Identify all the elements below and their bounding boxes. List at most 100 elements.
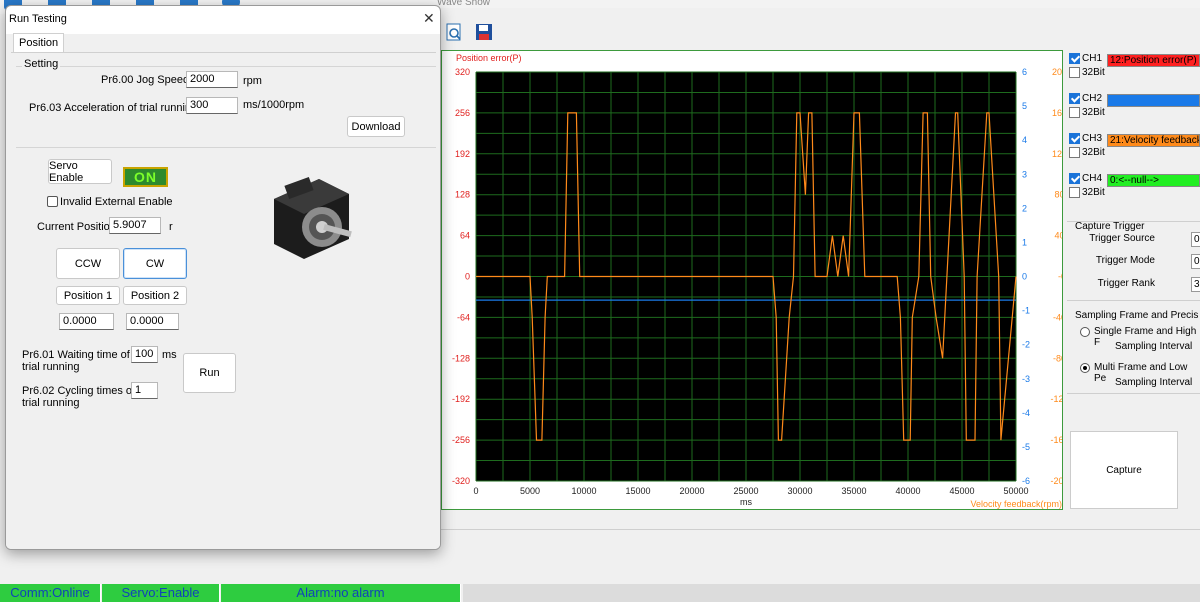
invalid-external-enable-label: Invalid External Enable bbox=[60, 196, 173, 208]
x-tick-label: 40000 bbox=[895, 486, 920, 496]
current-position-value: 5.9007 bbox=[109, 217, 161, 234]
channel-4-label: CH4 bbox=[1082, 173, 1103, 184]
y-right-tick-label: -5 bbox=[1022, 442, 1030, 452]
y-left-tick-label: -64 bbox=[457, 312, 470, 322]
capture-button[interactable]: Capture bbox=[1070, 431, 1178, 509]
x-tick-label: 15000 bbox=[625, 486, 650, 496]
channel-3-signal-select[interactable]: 21:Velocity feedback( bbox=[1107, 134, 1200, 147]
channel-3-32bit-checkbox[interactable] bbox=[1069, 147, 1080, 158]
position2-button[interactable]: Position 2 bbox=[123, 286, 187, 305]
sampling-group-label: Sampling Frame and Precis bbox=[1075, 310, 1199, 321]
position1-button[interactable]: Position 1 bbox=[56, 286, 120, 305]
sampling-bottom-divider bbox=[1067, 393, 1200, 394]
channel-1-32bit-label: 32Bit bbox=[1082, 67, 1105, 78]
y-right2-tick-label: 1617 bbox=[1052, 108, 1062, 118]
download-button[interactable]: Download bbox=[347, 116, 405, 137]
search-document-icon[interactable] bbox=[444, 22, 466, 42]
multi-frame-interval-label: Sampling Interval bbox=[1115, 377, 1193, 388]
y-right-tick-label: 6 bbox=[1022, 67, 1027, 77]
channel-1-32bit-checkbox[interactable] bbox=[1069, 67, 1080, 78]
trigger-source-select[interactable]: 0 bbox=[1191, 232, 1200, 247]
channel-1-signal-select[interactable]: 12:Position error(P) bbox=[1107, 54, 1200, 67]
multi-frame-radio[interactable] bbox=[1080, 363, 1090, 373]
y-right2-tick-label: -808 bbox=[1053, 353, 1062, 363]
channel-1-checkbox[interactable] bbox=[1069, 53, 1080, 64]
jog-speed-label: Pr6.00 Jog Speed bbox=[101, 74, 190, 86]
x-tick-label: 5000 bbox=[520, 486, 540, 496]
y-left-tick-label: 320 bbox=[455, 67, 470, 77]
comm-status: Comm:Online bbox=[0, 584, 101, 602]
dialog-title: Run Testing bbox=[9, 13, 67, 25]
channel-2-checkbox[interactable] bbox=[1069, 93, 1080, 104]
current-position-unit: r bbox=[169, 221, 173, 233]
accel-label: Pr6.03 Acceleration of trial running bbox=[29, 102, 198, 114]
channel-2-32bit-checkbox[interactable] bbox=[1069, 107, 1080, 118]
y-left-tick-label: -192 bbox=[452, 394, 470, 404]
channel-4-32bit-label: 32Bit bbox=[1082, 187, 1105, 198]
y-right2-tick-label: -2021 bbox=[1050, 476, 1062, 486]
left-axis-title: Position error(P) bbox=[456, 53, 522, 63]
servo-motor-image bbox=[274, 176, 352, 259]
servo-enable-button[interactable]: Servo Enable bbox=[48, 159, 112, 184]
y-left-tick-label: -128 bbox=[452, 353, 470, 363]
channel-2-signal-select[interactable] bbox=[1107, 94, 1200, 107]
channel-2-label: CH2 bbox=[1082, 93, 1103, 104]
run-button[interactable]: Run bbox=[183, 353, 236, 393]
position2-input[interactable]: 0.0000 bbox=[126, 313, 179, 330]
cw-button[interactable]: CW bbox=[123, 248, 187, 279]
y-left-tick-label: -256 bbox=[452, 435, 470, 445]
run-testing-dialog: Run Testing ✕ Position Setting Pr6.00 Jo… bbox=[5, 5, 441, 550]
channel-2-32bit-label: 32Bit bbox=[1082, 107, 1105, 118]
channel-4-signal-select[interactable]: 0:<--null--> bbox=[1107, 174, 1200, 187]
single-frame-radio[interactable] bbox=[1080, 327, 1090, 337]
y-right2-tick-label: -404 bbox=[1053, 312, 1062, 322]
x-tick-label: 0 bbox=[473, 486, 478, 496]
y-right2-tick-label: 808 bbox=[1054, 190, 1062, 200]
x-tick-label: 50000 bbox=[1003, 486, 1028, 496]
tab-position[interactable]: Position bbox=[13, 33, 65, 53]
wave-show-title: Wave Show bbox=[437, 0, 490, 8]
y-right-tick-label: -1 bbox=[1022, 306, 1030, 316]
cycling-times-input[interactable]: 1 bbox=[131, 382, 158, 399]
right-axis-title: Velocity feedback(rpm) bbox=[970, 499, 1062, 509]
ccw-button[interactable]: CCW bbox=[56, 248, 120, 279]
sampling-divider bbox=[1067, 300, 1200, 301]
y-right-tick-label: -2 bbox=[1022, 340, 1030, 350]
y-left-tick-label: 64 bbox=[460, 231, 470, 241]
trigger-mode-select[interactable]: 0 bbox=[1191, 254, 1200, 269]
y-right-tick-label: -6 bbox=[1022, 476, 1030, 486]
channel-1-label: CH1 bbox=[1082, 53, 1103, 64]
waveform-chart[interactable]: 320 256 192 128 64 0 -64 -128 -192 -256 -320 6 5 4 3 2 1… bbox=[441, 50, 1063, 510]
y-right2-tick-label: 404 bbox=[1054, 231, 1062, 241]
trigger-rank-label: Trigger Rank bbox=[1097, 278, 1155, 289]
cycling-times-label-1: Pr6.02 Cycling times of bbox=[22, 385, 136, 397]
close-icon[interactable]: ✕ bbox=[423, 10, 435, 27]
position1-input[interactable]: 0.0000 bbox=[59, 313, 114, 330]
y-left-tick-label: -320 bbox=[452, 476, 470, 486]
jog-speed-input[interactable]: 2000 bbox=[186, 71, 238, 88]
accel-unit: ms/1000rpm bbox=[243, 99, 305, 111]
accel-input[interactable]: 300 bbox=[186, 97, 238, 114]
trigger-rank-select[interactable]: 3 bbox=[1191, 277, 1200, 292]
channel-3-checkbox[interactable] bbox=[1069, 133, 1080, 144]
y-right-tick-label: -4 bbox=[1022, 408, 1030, 418]
invalid-external-enable-checkbox[interactable] bbox=[47, 196, 58, 207]
waiting-time-input[interactable]: 100 bbox=[131, 346, 158, 363]
y-left-tick-label: 128 bbox=[455, 190, 470, 200]
channel-4-checkbox[interactable] bbox=[1069, 173, 1080, 184]
trigger-source-label: Trigger Source bbox=[1089, 233, 1155, 244]
servo-status: Servo:Enable bbox=[102, 584, 220, 602]
y-right2-tick-label: -1212 bbox=[1050, 394, 1062, 404]
y-right-tick-label: 3 bbox=[1022, 169, 1027, 179]
y-right2-tick-label: -1617 bbox=[1050, 435, 1062, 445]
y-right-tick-label: 0 bbox=[1022, 272, 1027, 282]
save-icon[interactable] bbox=[474, 22, 496, 42]
x-tick-label: 25000 bbox=[733, 486, 758, 496]
channel-4-32bit-checkbox[interactable] bbox=[1069, 187, 1080, 198]
y-right2-tick-label: 2021 bbox=[1052, 67, 1062, 77]
x-tick-label: 35000 bbox=[841, 486, 866, 496]
y-left-tick-label: 0 bbox=[465, 272, 470, 282]
setting-separator bbox=[16, 147, 436, 148]
setting-group-border bbox=[16, 66, 436, 67]
tab-underline bbox=[11, 52, 436, 53]
